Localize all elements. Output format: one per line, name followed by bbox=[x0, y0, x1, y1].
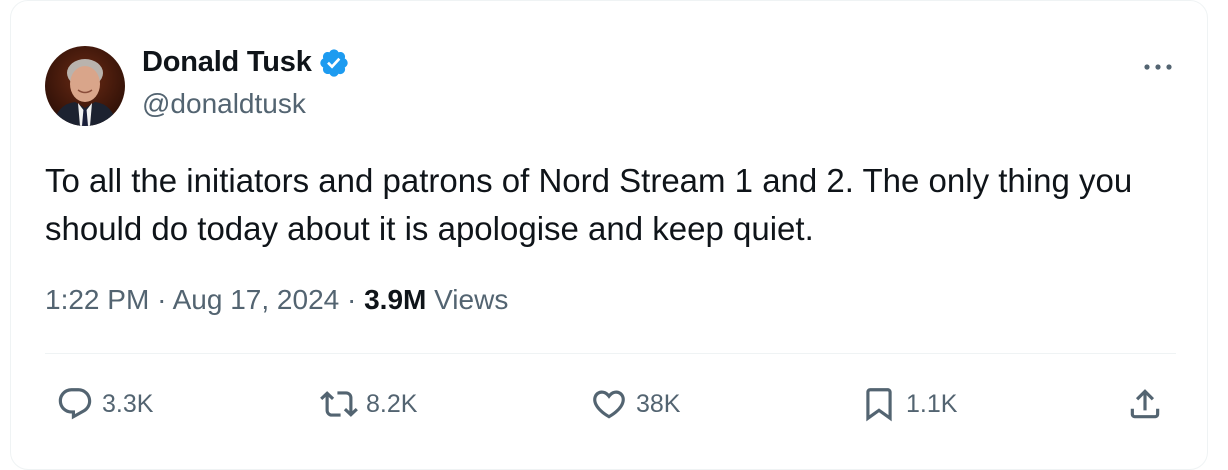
reply-icon bbox=[58, 388, 92, 420]
more-options-button[interactable] bbox=[1140, 52, 1176, 82]
bookmark-count: 1.1K bbox=[906, 389, 958, 418]
avatar[interactable] bbox=[45, 46, 125, 126]
avatar-image bbox=[45, 46, 125, 126]
share-button[interactable] bbox=[1126, 384, 1172, 424]
views-label: Views bbox=[434, 284, 509, 315]
share-icon bbox=[1130, 389, 1160, 419]
author-name-row[interactable]: Donald Tusk bbox=[142, 46, 350, 79]
views-count[interactable]: 3.9M bbox=[364, 284, 426, 315]
like-count: 38K bbox=[636, 389, 681, 418]
verified-badge-icon bbox=[320, 48, 348, 77]
tweet-meta: 1:22 PM · Aug 17, 2024 · 3.9M Views bbox=[45, 284, 508, 316]
bookmark-icon bbox=[866, 388, 892, 422]
meta-separator: · bbox=[157, 284, 167, 315]
repost-icon bbox=[320, 391, 358, 417]
like-button[interactable]: 38K bbox=[590, 384, 680, 424]
tweet-time[interactable]: 1:22 PM bbox=[45, 284, 149, 315]
tweet-date[interactable]: Aug 17, 2024 bbox=[173, 284, 340, 315]
divider bbox=[45, 353, 1176, 354]
tweet-text: To all the initiators and patrons of Nor… bbox=[45, 162, 1133, 247]
reply-button[interactable]: 3.3K bbox=[56, 384, 153, 424]
heart-icon bbox=[593, 390, 625, 419]
bookmark-button[interactable]: 1.1K bbox=[860, 384, 957, 424]
author-handle[interactable]: @donaldtusk bbox=[142, 88, 306, 120]
author-name[interactable]: Donald Tusk bbox=[142, 46, 312, 79]
more-options-icon bbox=[1144, 64, 1172, 70]
reply-count: 3.3K bbox=[102, 389, 154, 418]
meta-separator: · bbox=[347, 284, 357, 315]
repost-count: 8.2K bbox=[366, 389, 418, 418]
repost-button[interactable]: 8.2K bbox=[320, 384, 417, 424]
